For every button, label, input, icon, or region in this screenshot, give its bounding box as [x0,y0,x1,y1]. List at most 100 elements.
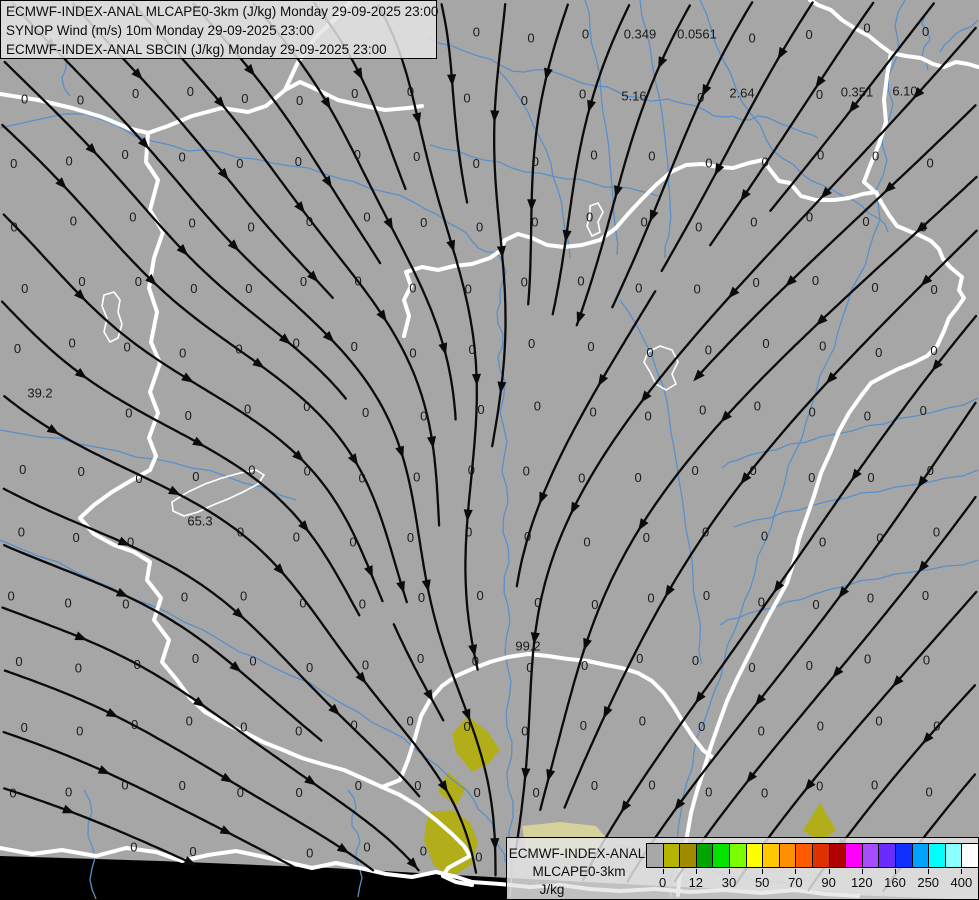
grid-value-label: 0 [129,210,136,225]
grid-value-label: 0 [296,785,303,800]
legend-unit-label: J/kg [539,882,565,897]
grid-value-label: 0 [236,156,243,171]
title-line-mlcape: ECMWF-INDEX-ANAL MLCAPE0-3km (J/kg) Mond… [6,4,439,19]
grid-value-label: 0 [864,408,871,423]
weather-analysis-page: 0 0 0 0 0 0 0 0 0 0 0 0 0 0 0 0 0 0 0 0 0 0 0 0 0 0 0 0 0 0 0 0 0 0 0 0 0 0 0 0… [0,0,979,900]
colorbar-tick [828,869,830,874]
grid-value-label: 0 [920,403,927,418]
grid-value-label: 0 [247,219,254,234]
grid-value-label: 0 [135,274,142,289]
colorbar-swatch [662,843,681,868]
colorbar-swatch [895,843,913,868]
grid-value-label: 0 [699,402,706,417]
title-line-synop-wind: SYNOP Wind (m/s) 10m Monday 29-09-2025 2… [6,23,315,38]
colorbar-tick [861,869,863,874]
grid-value-label: 0 [363,840,370,855]
colorbar-tick-label: 90 [821,875,836,890]
grid-value-label: 0 [577,273,584,288]
grid-value-label: 0 [694,282,701,297]
colorbar-swatch [944,843,963,868]
colorbar-tick-label: 50 [754,875,770,890]
grid-value-label: 0 [817,718,824,733]
grid-value-label: 0 [527,30,534,45]
grid-value-label: 0 [306,660,313,675]
grid-value-label: 0 [178,149,185,164]
grid-value-label: 0 [705,342,712,357]
grid-value-label: 0 [748,30,755,45]
grid-value-label: 0 [634,470,641,485]
title-line-sbcin: ECMWF-INDEX-ANAL SBCIN (J/kg) Monday 29-… [6,42,387,57]
grid-value-label: 0 [21,281,28,296]
grid-value-label: 0 [407,714,414,729]
grid-value-label: 0 [646,345,653,360]
grid-value-label: 0 [351,86,358,101]
grid-value-label: 0 [644,408,651,423]
colorbar-tick-label: 160 [884,875,906,890]
grid-value-label: 0 [923,653,930,668]
grid-value-label: 0 [930,343,937,358]
colorbar-swatch [695,843,714,868]
grid-value-label: 0 [581,658,588,673]
colorbar-tick [695,869,697,874]
grid-value-label: 0 [122,147,129,162]
grid-value-label: 0 [240,588,247,603]
grid-value-label: 0 [812,597,819,612]
grid-value-label: 0 [819,338,826,353]
grid-value-label: 0 [186,714,193,729]
grid-value-label: 0 [75,660,82,675]
grid-value-label: 0 [819,534,826,549]
grid-value-label: 0 [578,470,585,485]
colorbar-tick [729,869,730,874]
grid-value-label: 0 [748,660,755,675]
grid-value-label: 0 [351,339,358,354]
grid-value-label: 0 [523,463,530,478]
colorbar-tick-label: 70 [788,875,803,890]
colorbar-tick [928,869,930,874]
sbcin-value-label: 65.3 [187,514,212,529]
grid-value-label: 0 [72,530,79,545]
grid-value-label: 0 [10,156,17,171]
grid-value-label: 0 [698,719,705,734]
grid-value-label: 0 [65,153,72,168]
colorbar-swatch [845,843,863,868]
grid-value-label: 0 [586,210,593,225]
grid-value-label: 0 [363,210,370,225]
grid-value-label: 0 [589,405,596,420]
grid-value-label: 0 [65,785,72,800]
grid-value-label: 0 [407,530,414,545]
grid-value-label: 0 [703,588,710,603]
grid-value-label: 0 [295,154,302,169]
grid-value-label: 0 [300,274,307,289]
colorbar-swatch [961,843,979,868]
grid-value-label: 0 [418,590,425,605]
grid-value-label: 0 [245,281,252,296]
grid-value-label: 0 [192,651,199,666]
grid-value-label: 0 [362,657,369,672]
grid-value-label: 0 [579,87,586,102]
sbcin-value-label: 39.2 [27,386,52,401]
colorbar-swatch [812,843,830,868]
colorbar-swatch [762,843,780,868]
grid-value-label: 0 [130,840,137,855]
grid-value-label: 0 [806,27,813,42]
grid-value-label: 0 [761,785,768,800]
grid-value-label: 0 [78,274,85,289]
grid-value-label: 0 [306,845,313,860]
grid-value-label: 0 [409,345,416,360]
grid-value-label: 0 [123,340,130,355]
grid-value-label: 0 [189,215,196,230]
grid-value-label: 0 [187,84,194,99]
grid-value-label: 0 [355,778,362,793]
grid-value-label: 0 [521,93,528,108]
grid-value-label: 0 [750,215,757,230]
colorbar-swatch [861,843,880,868]
sbcin-value-label: 0.0561 [677,27,717,42]
grid-value-label: 0 [692,653,699,668]
grid-value-label: 0 [867,591,874,606]
grid-value-label: 0 [705,156,712,171]
grid-value-label: 0 [420,215,427,230]
colorbar-tick-label: 400 [950,875,973,890]
grid-value-label: 0 [64,596,71,611]
grid-value-label: 0 [761,529,768,544]
grid-value-label: 0 [816,87,823,102]
